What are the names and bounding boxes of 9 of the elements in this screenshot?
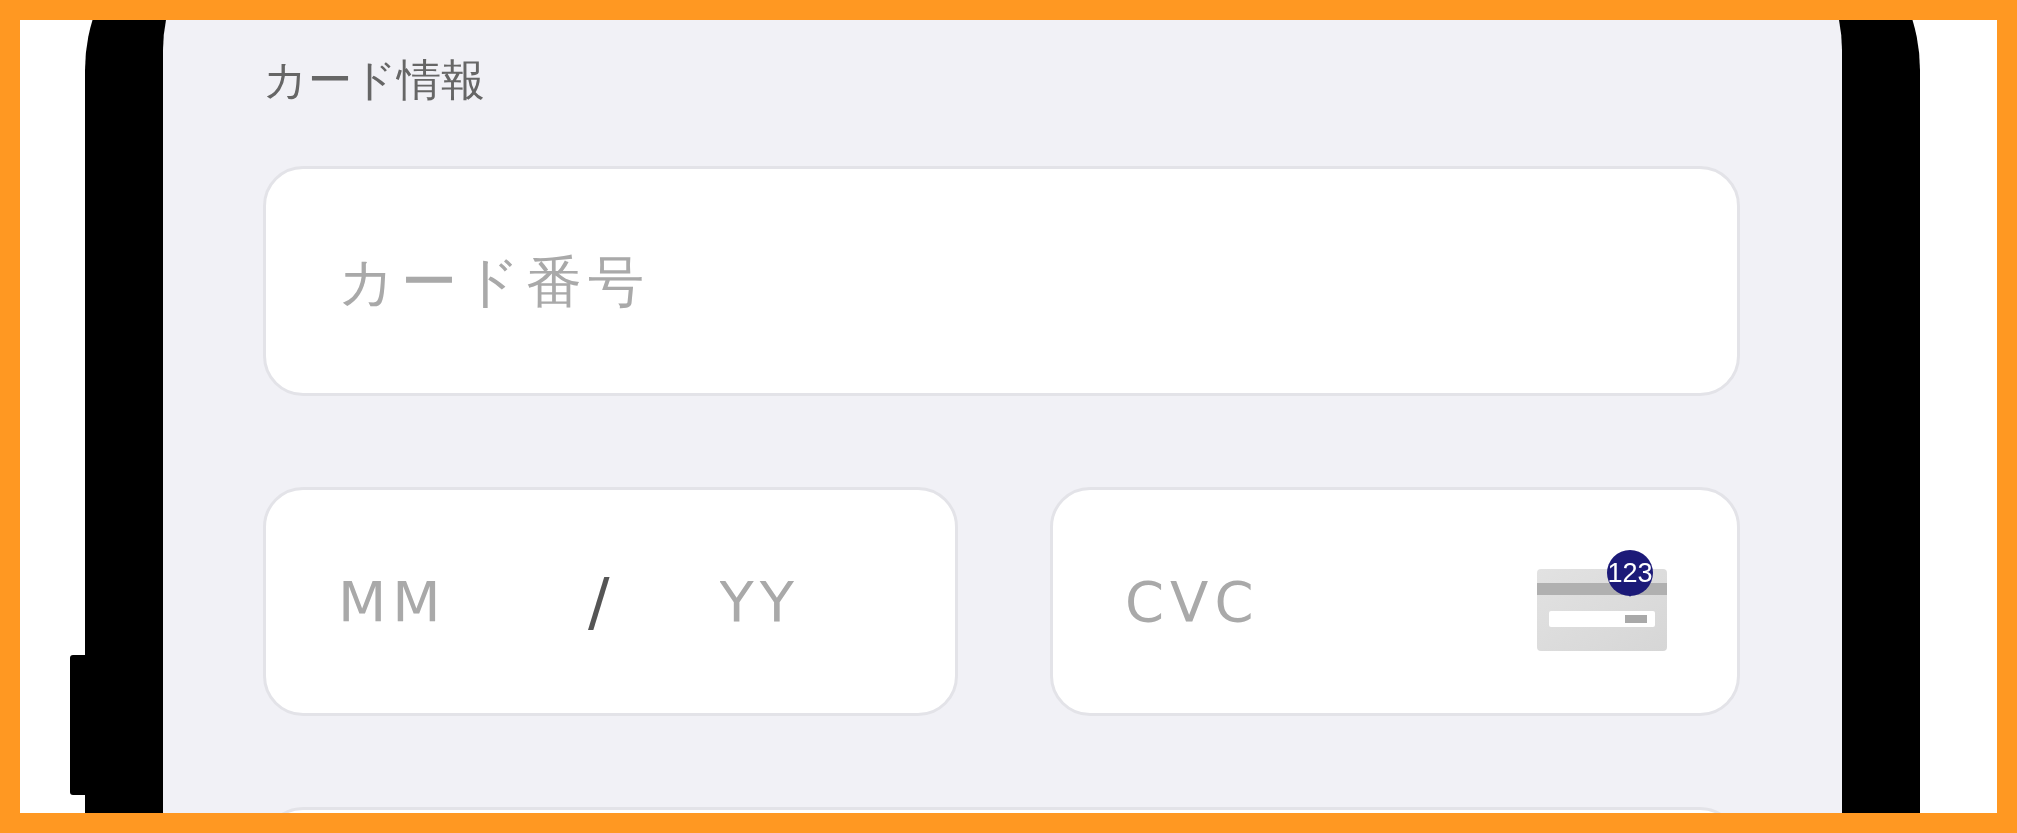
cvc-field[interactable]: CVC [1125,569,1537,634]
input-field[interactable]: MM / YY [263,487,958,716]
input-field[interactable]: カード番号 [263,166,1740,396]
section-title: カード情報 [263,53,486,107]
year-field[interactable]: YY [719,569,870,634]
separator: / [588,564,610,639]
input-field[interactable]: CVC 123 [1050,487,1740,716]
month-field[interactable]: MM [338,569,488,634]
card-number-field[interactable]: カード番号 [338,248,1667,314]
